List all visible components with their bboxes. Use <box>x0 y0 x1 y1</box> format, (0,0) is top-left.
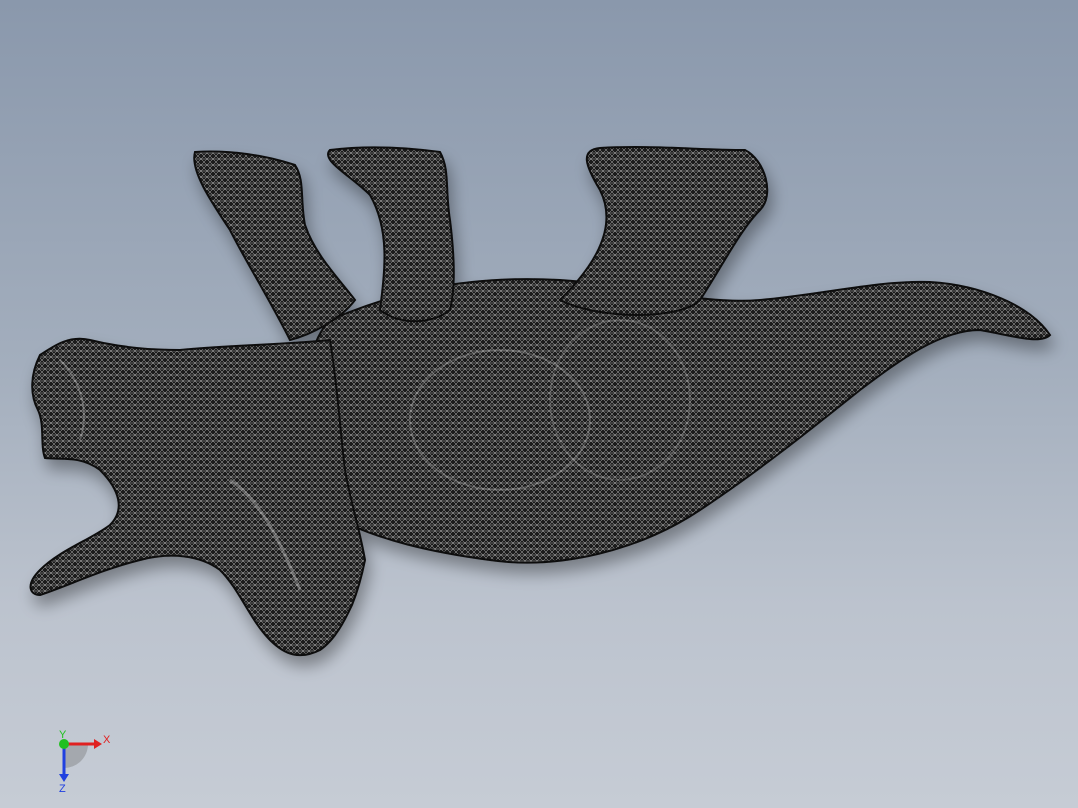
z-axis-arrowhead <box>59 774 69 782</box>
y-axis-label: Y <box>59 729 67 741</box>
z-axis-label: Z <box>59 783 66 795</box>
x-axis-label: X <box>103 734 111 746</box>
triad-plane-shadow <box>64 744 88 768</box>
coordinate-triad: X Y Z <box>59 729 111 795</box>
x-axis-arrowhead <box>94 739 102 749</box>
graphics-viewport[interactable]: X Y Z <box>0 0 1078 808</box>
mesh-body <box>29 146 1052 657</box>
triceratops-mesh-model[interactable] <box>0 0 1078 808</box>
